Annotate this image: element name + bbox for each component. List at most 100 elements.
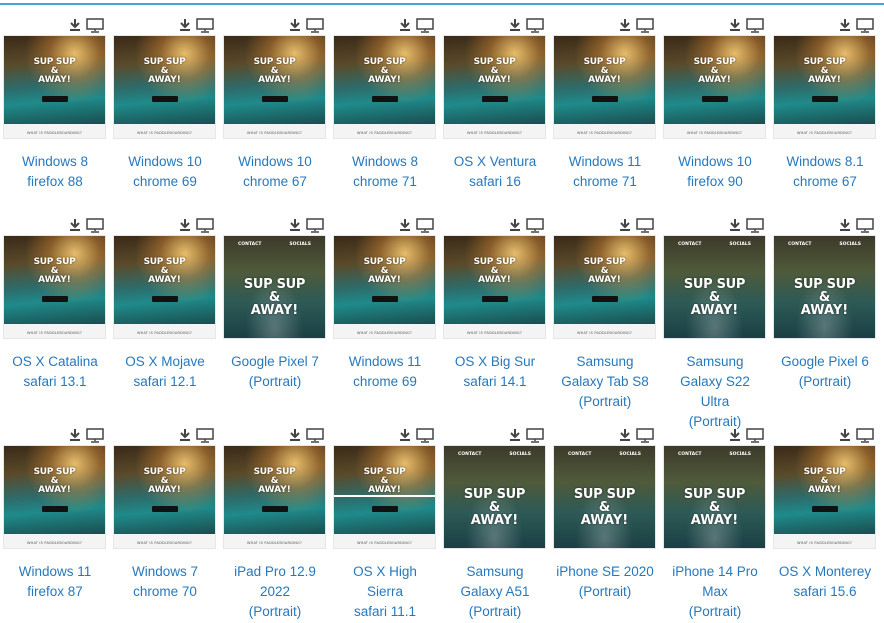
device-label[interactable]: Samsung Galaxy A51 (Portrait) (440, 562, 550, 622)
screenshot-thumbnail[interactable]: SUP SUP & AWAY! WHAT IS PADDLEBOARDING? (334, 36, 435, 138)
screenshot-thumbnail[interactable]: CONTACT SOCIALS SUP SUP & AWAY! (774, 236, 875, 338)
download-icon[interactable] (508, 428, 522, 442)
device-label[interactable]: Windows 10 chrome 69 (110, 152, 220, 192)
hero-button (591, 296, 618, 302)
screenshot-thumbnail[interactable]: CONTACT SOCIALS SUP SUP & AWAY! (224, 236, 325, 338)
monitor-icon[interactable] (196, 217, 214, 233)
monitor-icon[interactable] (86, 217, 104, 233)
device-label[interactable]: Windows 11 firefox 87 (0, 562, 110, 602)
monitor-icon[interactable] (196, 17, 214, 33)
device-label[interactable]: Windows 10 chrome 67 (220, 152, 330, 192)
screenshot-thumbnail[interactable]: SUP SUP & AWAY! WHAT IS PADDLEBOARDING? (114, 236, 215, 338)
download-icon[interactable] (398, 428, 412, 442)
download-icon[interactable] (178, 428, 192, 442)
device-label[interactable]: OS X Catalina safari 13.1 (0, 352, 110, 392)
download-icon[interactable] (618, 428, 632, 442)
device-label[interactable]: Samsung Galaxy Tab S8 (Portrait) (550, 352, 660, 412)
hero-line2: AWAY! (690, 513, 739, 528)
device-label[interactable]: Windows 8.1 chrome 67 (770, 152, 880, 192)
screenshot-thumbnail[interactable]: SUP SUP & AWAY! WHAT IS PADDLEBOARDING? (554, 36, 655, 138)
download-icon[interactable] (728, 428, 742, 442)
device-label[interactable]: OS X Monterey safari 15.6 (770, 562, 880, 602)
screenshot-thumbnail[interactable]: SUP SUP & AWAY! WHAT IS PADDLEBOARDING? (554, 236, 655, 338)
screenshot-thumbnail[interactable]: SUP SUP & AWAY! WHAT IS PADDLEBOARDING? (664, 36, 765, 138)
monitor-icon[interactable] (856, 17, 874, 33)
device-label[interactable]: OS X Ventura safari 16 (440, 152, 550, 192)
monitor-icon[interactable] (306, 217, 324, 233)
device-label[interactable]: iPhone SE 2020 (Portrait) (550, 562, 660, 602)
screenshot-thumbnail[interactable]: SUP SUP & AWAY! WHAT IS PADDLEBOARDING? (4, 236, 105, 338)
screenshot-thumbnail[interactable]: SUP SUP & AWAY! WHAT IS PADDLEBOARDING? (4, 36, 105, 138)
screenshot-thumbnail[interactable]: CONTACT SOCIALS SUP SUP & AWAY! (554, 446, 655, 548)
monitor-icon[interactable] (86, 427, 104, 443)
device-label[interactable]: iPad Pro 12.9 2022 (Portrait) (220, 562, 330, 622)
device-label[interactable]: OS X Mojave safari 12.1 (110, 352, 220, 392)
monitor-icon[interactable] (636, 217, 654, 233)
download-icon[interactable] (68, 18, 82, 32)
download-icon[interactable] (508, 218, 522, 232)
screenshot-thumbnail[interactable]: SUP SUP & AWAY! WHAT IS PADDLEBOARDING? (334, 446, 435, 548)
download-icon[interactable] (398, 18, 412, 32)
device-label[interactable]: Windows 10 firefox 90 (660, 152, 770, 192)
monitor-icon[interactable] (306, 427, 324, 443)
download-icon[interactable] (288, 218, 302, 232)
monitor-icon[interactable] (416, 17, 434, 33)
screenshot-thumbnail[interactable]: SUP SUP & AWAY! WHAT IS PADDLEBOARDING? (774, 446, 875, 548)
screenshot-thumbnail[interactable]: SUP SUP & AWAY! WHAT IS PADDLEBOARDING? (444, 36, 545, 138)
monitor-icon[interactable] (636, 17, 654, 33)
monitor-icon[interactable] (416, 217, 434, 233)
device-label[interactable]: Google Pixel 6 (Portrait) (770, 352, 880, 392)
monitor-icon[interactable] (86, 17, 104, 33)
monitor-icon[interactable] (306, 17, 324, 33)
device-label[interactable]: Google Pixel 7 (Portrait) (220, 352, 330, 392)
download-icon[interactable] (618, 18, 632, 32)
strip-text: WHAT IS PADDLEBOARDING? (26, 331, 83, 335)
download-icon[interactable] (728, 18, 742, 32)
download-icon[interactable] (618, 218, 632, 232)
monitor-icon[interactable] (856, 427, 874, 443)
screenshot-thumbnail[interactable]: CONTACT SOCIALS SUP SUP & AWAY! (664, 236, 765, 338)
device-label[interactable]: Windows 11 chrome 69 (330, 352, 440, 392)
monitor-icon[interactable] (746, 217, 764, 233)
download-icon[interactable] (838, 18, 852, 32)
screenshot-thumbnail[interactable]: SUP SUP & AWAY! WHAT IS PADDLEBOARDING? (334, 236, 435, 338)
device-label[interactable]: OS X High Sierra safari 11.1 (330, 562, 440, 622)
download-icon[interactable] (68, 428, 82, 442)
monitor-icon[interactable] (526, 17, 544, 33)
device-label[interactable]: OS X Big Sur safari 14.1 (440, 352, 550, 392)
screenshot-thumbnail[interactable]: CONTACT SOCIALS SUP SUP & AWAY! (444, 446, 545, 548)
download-icon[interactable] (728, 218, 742, 232)
download-icon[interactable] (838, 218, 852, 232)
monitor-icon[interactable] (526, 217, 544, 233)
screenshot-thumbnail[interactable]: SUP SUP & AWAY! WHAT IS PADDLEBOARDING? (114, 446, 215, 548)
device-label[interactable]: Windows 8 chrome 71 (330, 152, 440, 192)
screenshot-thumbnail[interactable]: SUP SUP & AWAY! WHAT IS PADDLEBOARDING? (224, 36, 325, 138)
screenshot-thumbnail[interactable]: SUP SUP & AWAY! WHAT IS PADDLEBOARDING? (4, 446, 105, 548)
download-icon[interactable] (178, 18, 192, 32)
download-icon[interactable] (398, 218, 412, 232)
screenshot-thumbnail[interactable]: CONTACT SOCIALS SUP SUP & AWAY! (664, 446, 765, 548)
monitor-icon[interactable] (526, 427, 544, 443)
download-icon[interactable] (178, 218, 192, 232)
device-label[interactable]: iPhone 14 Pro Max (Portrait) (660, 562, 770, 622)
monitor-icon[interactable] (856, 217, 874, 233)
device-label[interactable]: Windows 11 chrome 71 (550, 152, 660, 192)
device-label[interactable]: Windows 7 chrome 70 (110, 562, 220, 602)
screenshot-thumbnail[interactable]: SUP SUP & AWAY! WHAT IS PADDLEBOARDING? (114, 36, 215, 138)
monitor-icon[interactable] (636, 427, 654, 443)
monitor-icon[interactable] (746, 17, 764, 33)
card-actions (728, 16, 764, 34)
monitor-icon[interactable] (416, 427, 434, 443)
download-icon[interactable] (68, 218, 82, 232)
download-icon[interactable] (838, 428, 852, 442)
screenshot-thumbnail[interactable]: SUP SUP & AWAY! WHAT IS PADDLEBOARDING? (224, 446, 325, 548)
download-icon[interactable] (508, 18, 522, 32)
monitor-icon[interactable] (196, 427, 214, 443)
download-icon[interactable] (288, 18, 302, 32)
screenshot-thumbnail[interactable]: SUP SUP & AWAY! WHAT IS PADDLEBOARDING? (444, 236, 545, 338)
monitor-icon[interactable] (746, 427, 764, 443)
thumb-strip: WHAT IS PADDLEBOARDING? (334, 323, 435, 338)
screenshot-thumbnail[interactable]: SUP SUP & AWAY! WHAT IS PADDLEBOARDING? (774, 36, 875, 138)
download-icon[interactable] (288, 428, 302, 442)
device-label[interactable]: Windows 8 firefox 88 (0, 152, 110, 192)
